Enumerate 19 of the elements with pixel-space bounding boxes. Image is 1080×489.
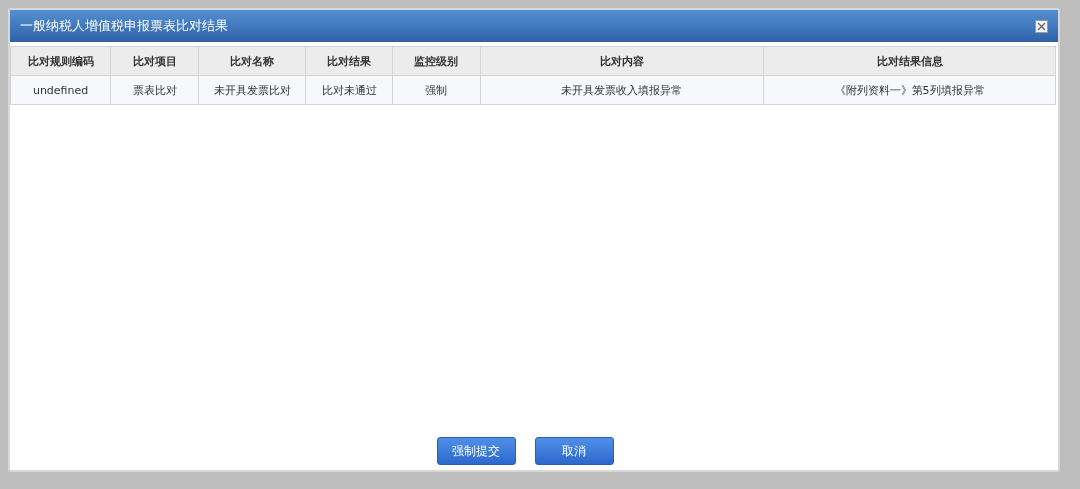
column-header: 比对结果信息 bbox=[763, 46, 1056, 76]
table-cell: 强制 bbox=[392, 75, 481, 105]
table-cell: 票表比对 bbox=[110, 75, 199, 105]
table-cell: 比对未通过 bbox=[305, 75, 393, 105]
column-header: 比对项目 bbox=[110, 46, 199, 76]
table-cell: 未开具发票比对 bbox=[198, 75, 306, 105]
column-header: 监控级别 bbox=[392, 46, 481, 76]
force-submit-button[interactable]: 强制提交 bbox=[436, 437, 516, 465]
table-cell: undefined bbox=[10, 75, 111, 105]
column-header: 比对结果 bbox=[305, 46, 393, 76]
close-icon bbox=[1037, 21, 1046, 31]
cancel-button[interactable]: 取消 bbox=[534, 437, 614, 465]
column-header: 比对规则编码 bbox=[10, 46, 111, 76]
column-header: 比对名称 bbox=[198, 46, 306, 76]
column-header: 比对内容 bbox=[480, 46, 764, 76]
close-button[interactable] bbox=[1035, 19, 1048, 33]
dialog-title: 一般纳税人增值税申报票表比对结果 bbox=[20, 17, 228, 35]
table-cell: 未开具发票收入填报异常 bbox=[480, 75, 764, 105]
table-cell: 《附列资料一》第5列填报异常 bbox=[763, 75, 1056, 105]
